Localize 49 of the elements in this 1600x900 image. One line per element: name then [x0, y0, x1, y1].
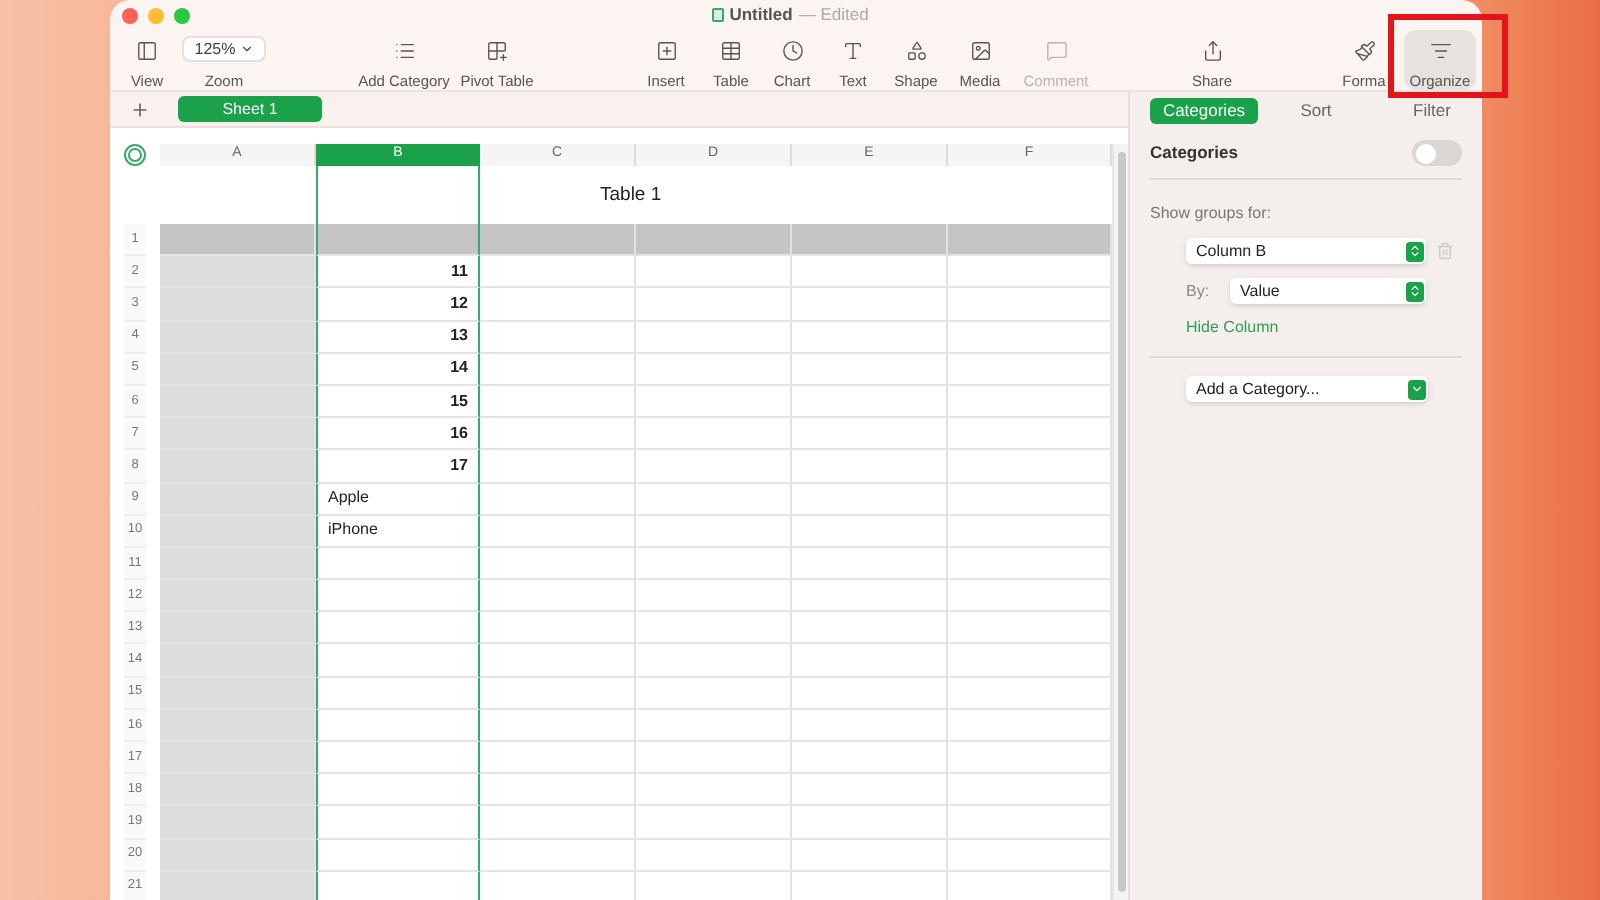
table-cell: iPhone [316, 515, 480, 548]
table-cell: 14 [316, 353, 480, 386]
table-cell: 15 [316, 385, 480, 419]
edited-status: — Edited [798, 2, 869, 28]
grid-icon [486, 40, 508, 62]
highlight-frame [1388, 14, 1508, 98]
share-icon [1201, 40, 1223, 62]
table-cell: 12 [316, 288, 480, 322]
value-select[interactable]: Value [1230, 278, 1426, 304]
chevron-down-icon [1408, 379, 1426, 399]
plus-square-icon [655, 40, 677, 62]
by-label: By: [1186, 279, 1212, 303]
add-sheet-icon[interactable] [130, 99, 150, 119]
trash-icon[interactable] [1436, 242, 1454, 260]
chevron-down-icon [239, 42, 254, 56]
comment-icon [1045, 40, 1067, 62]
stepper-icon [1406, 241, 1424, 261]
table-cell: 13 [316, 321, 480, 354]
clock-icon [781, 40, 803, 62]
select-table-icon[interactable] [124, 144, 146, 166]
table-cell: 11 [316, 256, 480, 289]
categories-switch[interactable] [1412, 140, 1462, 166]
zoom-dropdown[interactable]: 125% [182, 36, 266, 62]
shapes-icon [905, 40, 927, 62]
table-icon [720, 40, 742, 62]
table-title: Table 1 [600, 182, 662, 210]
minimize-button[interactable] [148, 7, 164, 23]
brush-icon [1353, 40, 1375, 62]
zoom-button[interactable] [174, 7, 190, 23]
sheet-tab[interactable]: Sheet 1 [178, 96, 322, 122]
document-icon [711, 8, 724, 22]
sidebar-icon [136, 40, 158, 62]
close-button[interactable] [122, 7, 138, 23]
table-cell: 17 [316, 450, 480, 483]
sidebar-tab[interactable]: Filter [1402, 97, 1462, 123]
sidebar-tab[interactable]: Categories [1150, 97, 1258, 123]
window-title: Untitled [729, 2, 793, 28]
section-title: Categories [1150, 140, 1238, 166]
filter-icon [1429, 40, 1451, 62]
text-icon [842, 40, 864, 62]
column-select[interactable]: Column B [1186, 238, 1426, 264]
add-category-select[interactable]: Add a Category... [1186, 376, 1428, 402]
hide-column-link[interactable]: Hide Column [1186, 316, 1462, 340]
show-groups-label: Show groups for: [1150, 202, 1273, 226]
image-icon [969, 40, 991, 62]
stepper-icon [1406, 281, 1424, 301]
table-cell: 16 [316, 418, 480, 451]
table-cell: Apple [316, 483, 480, 516]
sidebar-tab[interactable]: Sort [1258, 97, 1374, 123]
